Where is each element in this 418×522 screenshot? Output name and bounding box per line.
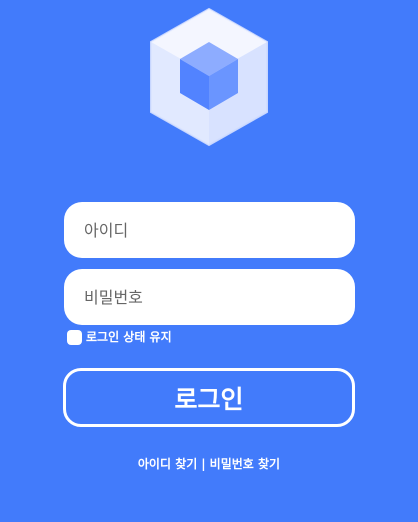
account-recovery-links: 아이디 찾기 | 비밀번호 찾기 bbox=[0, 455, 418, 473]
id-input[interactable] bbox=[64, 202, 355, 258]
password-input[interactable] bbox=[64, 269, 355, 325]
checkbox-icon[interactable] bbox=[67, 329, 82, 345]
hexagon-cube-logo-icon bbox=[150, 7, 268, 147]
login-button-label: 로그인 bbox=[174, 384, 244, 414]
find-password-link[interactable]: 비밀번호 찾기 bbox=[210, 457, 280, 471]
link-separator: | bbox=[201, 457, 206, 471]
remember-login-label[interactable]: 로그인 상태 유지 bbox=[86, 329, 172, 345]
remember-login-option[interactable]: 로그인 상태 유지 bbox=[67, 329, 172, 345]
find-id-link[interactable]: 아이디 찾기 bbox=[138, 457, 197, 471]
login-button[interactable]: 로그인 bbox=[63, 368, 355, 427]
